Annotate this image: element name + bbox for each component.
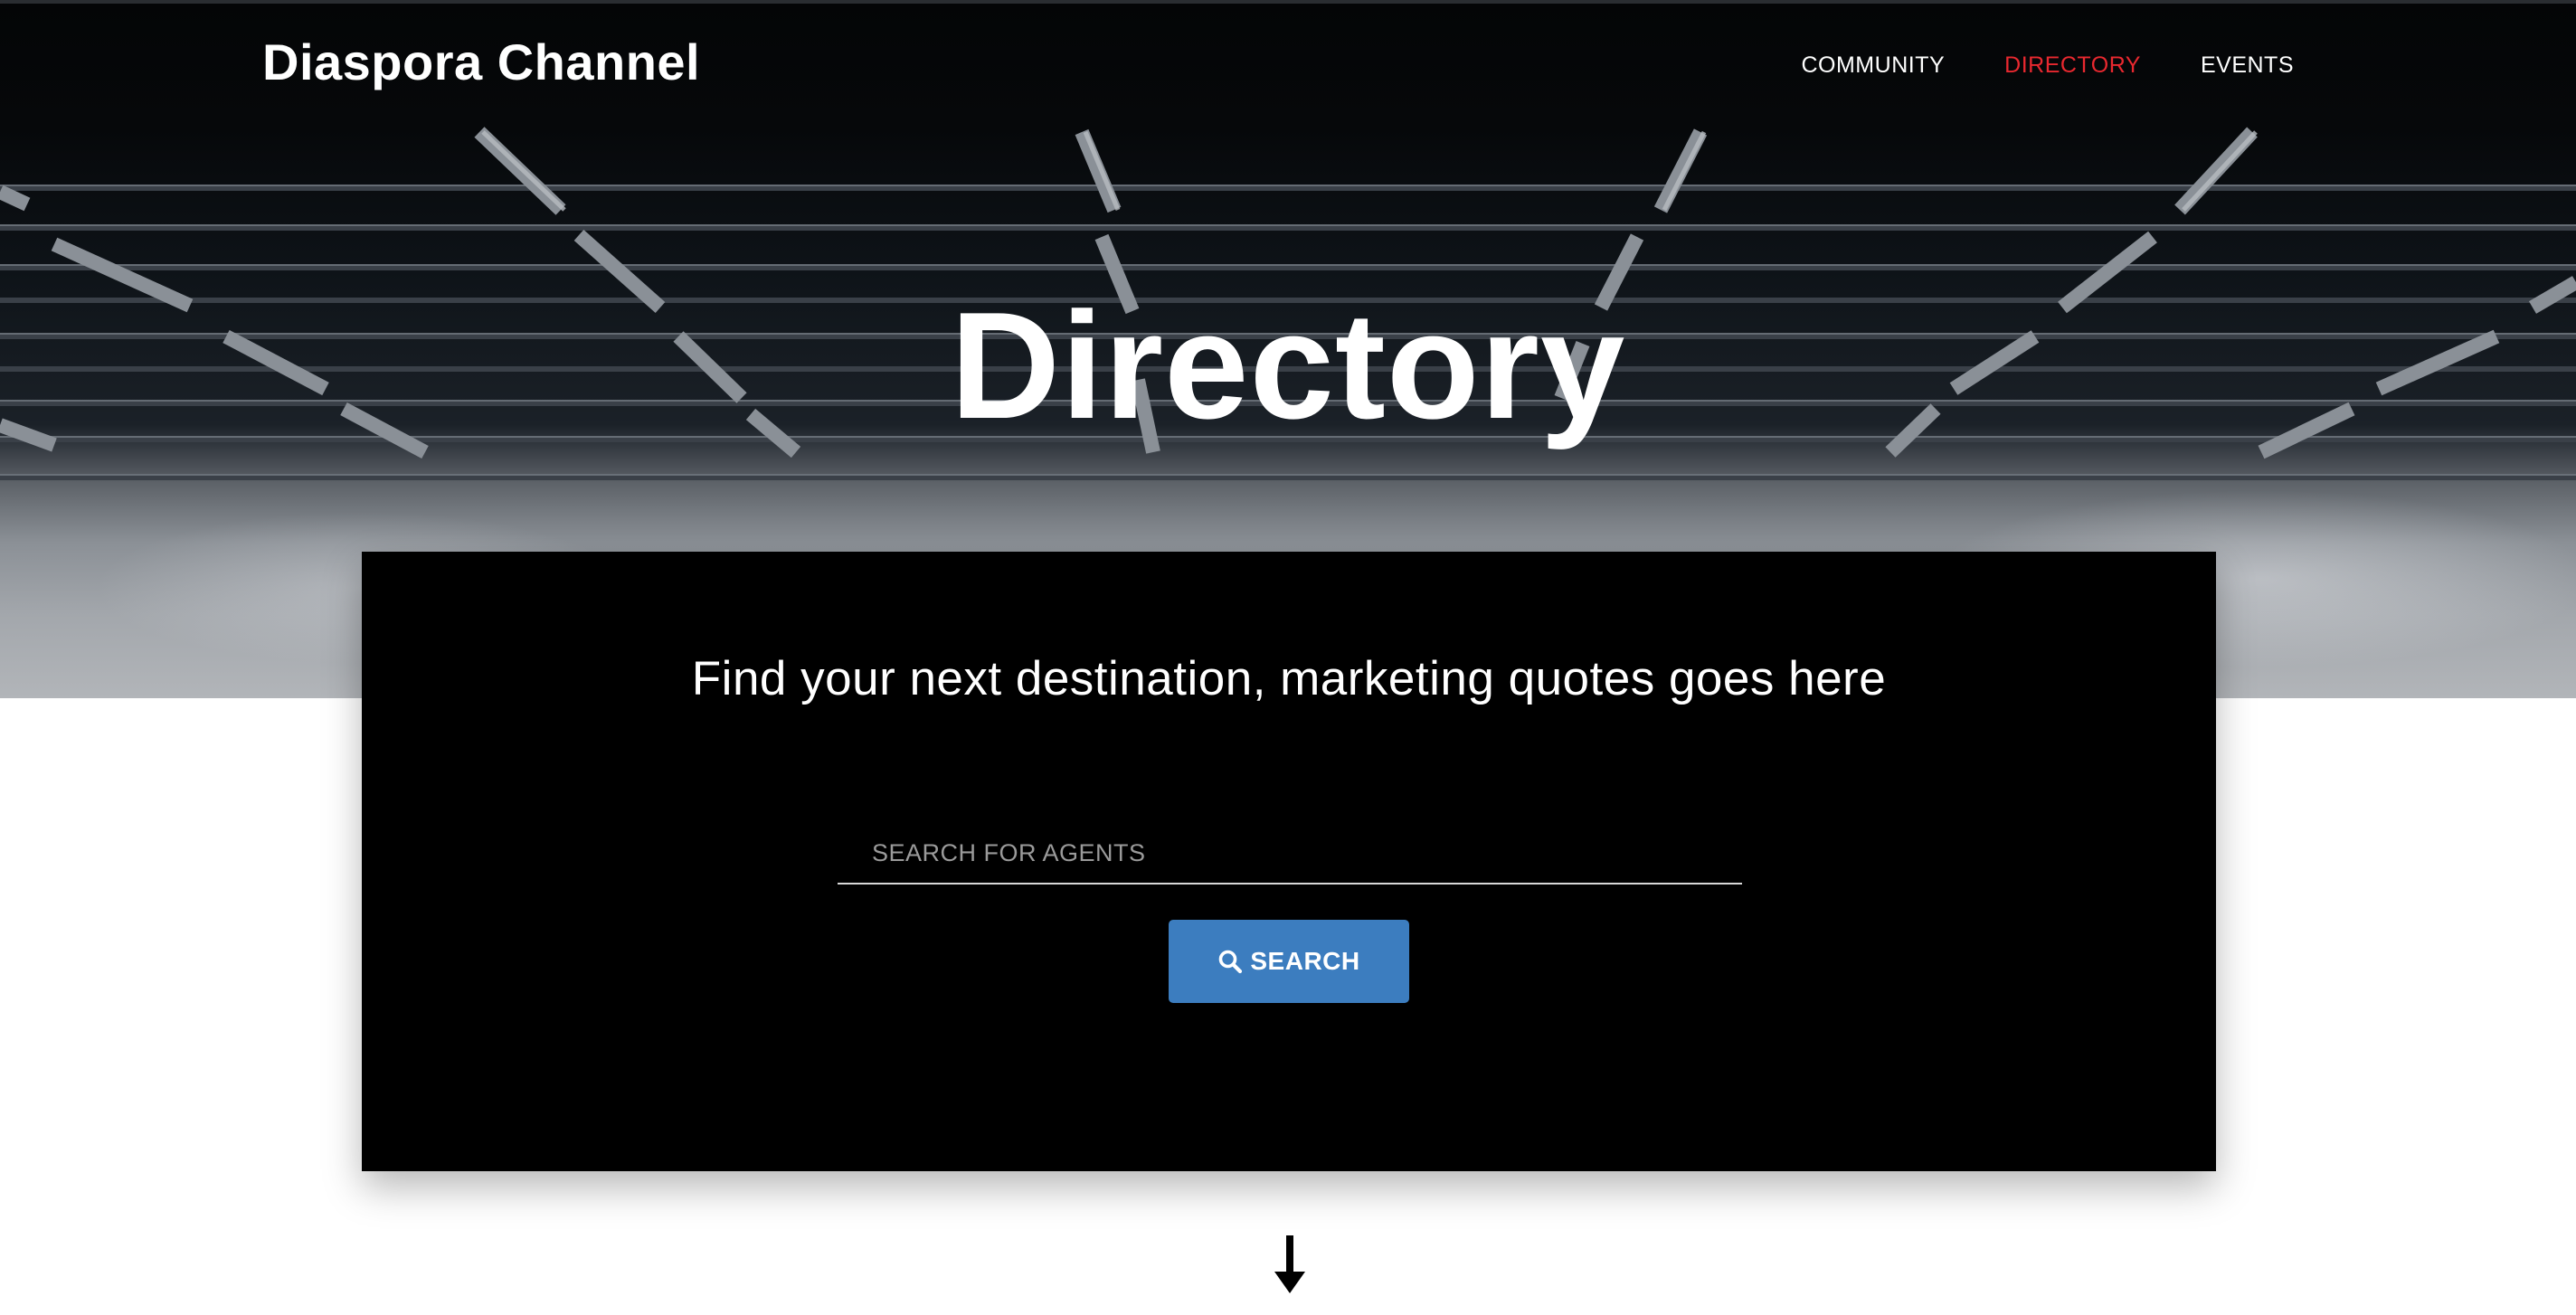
site-brand[interactable]: Diaspora Channel (262, 33, 700, 91)
search-button-label: SEARCH (1250, 947, 1360, 975)
nav-link-community[interactable]: COMMUNITY (1801, 52, 1945, 79)
search-button[interactable]: SEARCH (1169, 920, 1409, 1003)
search-card: Find your next destination, marketing qu… (362, 552, 2216, 1171)
search-icon (1217, 949, 1243, 974)
search-input[interactable] (838, 823, 1742, 885)
main-nav: COMMUNITY DIRECTORY EVENTS (1801, 52, 2294, 79)
search-tagline: Find your next destination, marketing qu… (691, 652, 1887, 705)
nav-link-events[interactable]: EVENTS (2201, 52, 2294, 79)
arrow-down-icon[interactable] (1269, 1235, 1311, 1295)
nav-link-directory[interactable]: DIRECTORY (2004, 52, 2141, 79)
page-title: Directory (950, 280, 1626, 450)
